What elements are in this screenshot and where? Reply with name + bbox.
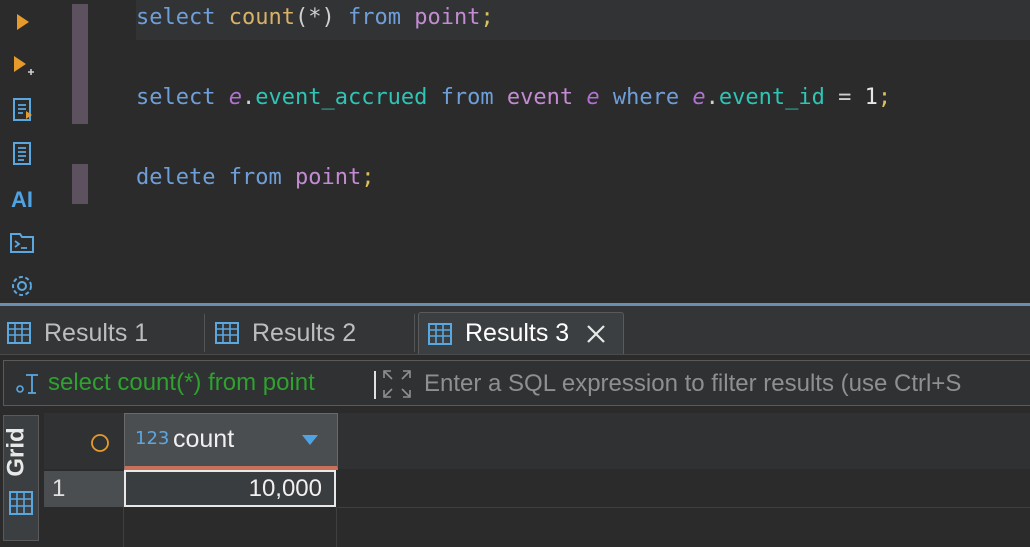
grid-divider xyxy=(336,507,337,547)
tab-results-3[interactable]: Results 3 xyxy=(418,312,624,354)
terminal-icon[interactable] xyxy=(8,228,36,256)
tab-label: Results 1 xyxy=(44,318,149,347)
settings-icon[interactable] xyxy=(8,272,36,300)
sql-token: e xyxy=(586,85,600,110)
sql-token: ; xyxy=(361,165,375,190)
results-tabs: Results 1 Results 2 Results 3 xyxy=(0,306,1030,355)
select-all-icon[interactable] xyxy=(90,433,110,453)
grid-view-tab[interactable]: Grid xyxy=(3,415,39,541)
grid-table-icon xyxy=(7,322,31,344)
filter-placeholder: Enter a SQL expression to filter results… xyxy=(424,370,962,397)
sql-token: point xyxy=(414,5,481,30)
sql-token: event xyxy=(506,85,574,110)
sql-token: ; xyxy=(877,85,892,110)
close-icon[interactable] xyxy=(585,323,607,345)
editor-toolbar: AI xyxy=(0,0,44,305)
column-header-count[interactable]: 123 count xyxy=(124,413,338,470)
row-empty-area xyxy=(338,471,1030,508)
explain-plan-icon[interactable] xyxy=(8,140,36,168)
sql-line-1[interactable]: select count(*) from point; xyxy=(136,0,1030,40)
sql-token: e xyxy=(692,85,706,110)
grid-view-label: Grid xyxy=(2,427,30,477)
sort-dropdown-icon[interactable] xyxy=(301,434,319,446)
cell-count-value[interactable]: 10,000 xyxy=(124,470,336,507)
execute-new-tab-icon[interactable] xyxy=(8,52,36,80)
expand-icon[interactable] xyxy=(382,369,412,399)
execute-script-icon[interactable] xyxy=(8,96,36,124)
sql-token: 1 xyxy=(864,85,878,110)
tab-label: Results 3 xyxy=(465,319,570,347)
sql-token: delete xyxy=(136,165,216,190)
sql-token: count xyxy=(228,5,295,30)
grid-corner[interactable] xyxy=(44,413,125,469)
ai-assistant-icon[interactable]: AI xyxy=(8,186,36,214)
tab-label: Results 2 xyxy=(252,318,357,347)
sql-token: point xyxy=(294,165,362,190)
sql-token: . xyxy=(241,85,256,110)
grid-header-empty xyxy=(338,413,1030,469)
grid-table-icon xyxy=(215,322,239,344)
filter-query-text: select count(*) from point xyxy=(48,369,315,396)
sql-token: ; xyxy=(480,5,494,30)
filter-input[interactable]: select count(*) from point Enter a SQL e… xyxy=(3,360,1030,406)
row-number[interactable]: 1 xyxy=(44,471,124,507)
sql-token: select xyxy=(136,5,216,30)
sql-token: . xyxy=(705,85,719,110)
sql-token: e xyxy=(228,85,242,110)
statement-marker xyxy=(72,4,88,124)
text-caret xyxy=(374,371,376,399)
grid-divider xyxy=(123,507,124,547)
sql-line-2[interactable]: select e.event_accrued from event e wher… xyxy=(136,80,891,120)
grid-table-icon xyxy=(428,322,452,345)
sql-token: select xyxy=(136,85,216,110)
execute-icon[interactable] xyxy=(8,8,36,36)
sql-token: event_id xyxy=(718,85,825,110)
results-grid: 123 count 1 10,000 xyxy=(44,413,1030,547)
view-switcher: Grid xyxy=(0,413,42,546)
column-name: count xyxy=(173,425,235,453)
tab-results-1[interactable]: Results 1 xyxy=(6,312,202,354)
statement-marker xyxy=(72,164,88,204)
sql-token: (*) xyxy=(294,5,335,30)
tab-results-2[interactable]: Results 2 xyxy=(214,312,410,354)
sql-line-3[interactable]: delete from point; xyxy=(136,160,374,200)
sql-token: from xyxy=(228,165,282,190)
numeric-type-icon: 123 xyxy=(135,428,170,449)
sql-token: event_accrued xyxy=(255,85,428,110)
sql-editor[interactable]: select count(*) from point; select e.eve… xyxy=(44,0,1030,305)
grid-table-icon xyxy=(9,491,33,515)
sql-token: = xyxy=(824,85,865,110)
filter-bar: select count(*) from point Enter a SQL e… xyxy=(0,358,1030,408)
sql-token: where xyxy=(612,85,680,110)
sql-token: from xyxy=(440,85,494,110)
sql-token: from xyxy=(347,5,401,30)
text-filter-icon xyxy=(16,374,38,394)
